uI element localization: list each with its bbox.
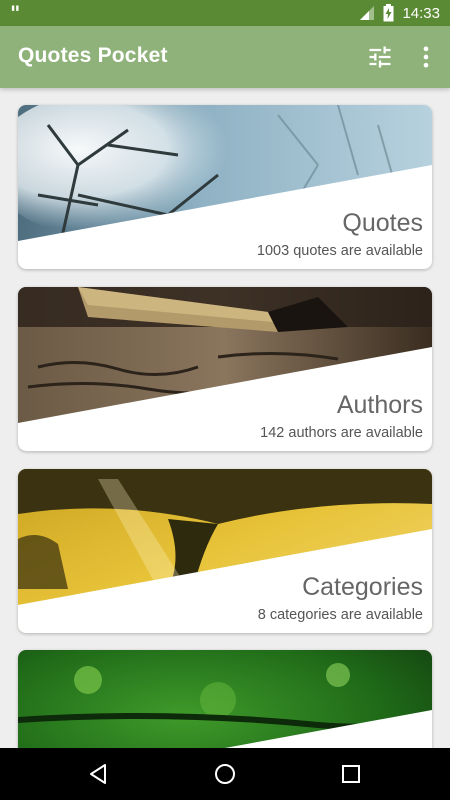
authors-card[interactable]: Authors 142 authors are available: [18, 287, 432, 451]
quote-notification-icon: ": [10, 1, 21, 25]
signal-icon: [360, 6, 375, 20]
app-title: Quotes Pocket: [18, 44, 168, 67]
card-subtitle: 8 categories are available: [257, 607, 423, 623]
navigation-bar: [0, 748, 450, 800]
status-bar: " 14:33: [0, 0, 450, 26]
recents-icon[interactable]: [339, 762, 363, 786]
card-title: Categories: [302, 573, 423, 601]
more-vert-icon[interactable]: [412, 43, 440, 71]
categories-card[interactable]: Categories 8 categories are available: [18, 469, 432, 633]
card-title: Authors: [336, 391, 423, 419]
tune-icon[interactable]: [366, 43, 394, 71]
back-icon[interactable]: [86, 762, 110, 786]
battery-charging-icon: [383, 4, 394, 22]
card-subtitle: 1003 quotes are available: [256, 243, 423, 259]
card-diagonal-overlay: [225, 710, 432, 748]
card-subtitle: 142 authors are available: [260, 425, 423, 441]
category-list: Quotes 1003 quotes are available Authors…: [0, 88, 450, 748]
green-card[interactable]: [18, 650, 432, 748]
clock: 14:33: [402, 4, 440, 22]
quotes-card[interactable]: Quotes 1003 quotes are available: [18, 105, 432, 269]
card-title: Quotes: [342, 209, 423, 237]
status-icons: 14:33: [359, 0, 440, 26]
home-icon[interactable]: [213, 762, 237, 786]
app-bar: Quotes Pocket: [0, 26, 450, 88]
